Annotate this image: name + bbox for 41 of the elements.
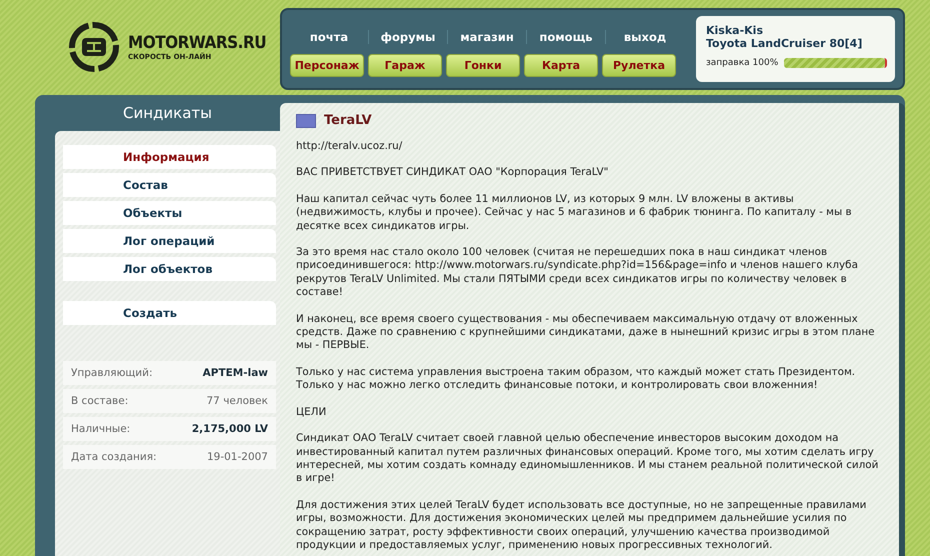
nav-link[interactable]: помощь [527, 30, 606, 44]
car-name: Toyota LandCruiser 80[4] [706, 37, 864, 50]
sidebar-item[interactable]: Лог объектов [63, 257, 276, 281]
nav-link[interactable]: форумы [369, 30, 448, 44]
create-button[interactable]: Создать [63, 301, 276, 325]
logo-wordmark: MOTORWARS.RU [128, 32, 266, 52]
description-paragraph: За это время нас стало около 100 человек (считая не перешедших пока в наш синдикат членов присоединившегося: http://www.motorwars.ru/syndicate.php?id=156&page=info и членов нашего клуба рекрутов TeraLV Unlimited. Мы стали ПЯТЫМИ среди всех синдикатов игры по количеству человек в составе! [296, 246, 859, 300]
description-paragraph: ВАС ПРИВЕТСТВУЕТ СИНДИКАТ ОАО "Корпорация TeraLV" [296, 166, 610, 180]
info-value: APTEM-law [202, 367, 268, 379]
description-paragraph: ЦЕЛИ [296, 406, 328, 420]
nav-link[interactable]: выход [606, 30, 684, 44]
description-paragraph: Синдикат ОАО TeraLV считает своей главной целью обеспечение инвесторов высоким доходом на инвестированный капитал путем различных финансовых операций. Кроме того, мы хотим сделать игру интересней, мы хотим создать комнаду единомышленников. И мы станем реальной политической силой в игре! [296, 432, 880, 486]
sidebar-item[interactable]: Объекты [63, 201, 276, 225]
sidebar-item[interactable]: Лог операций [63, 229, 276, 253]
description-paragraph: Для достижения этих целей TeraLV будет использовать все доступные, но не запрещенные правилами игры, возможности. Для достижения экономических целей мы предпримем дальнейшие усилия по сокращению затрат, росту эффективности своих операций, улучшению качества производимой продукции и предоставляемых услуг, применению новых прогрессивных технологий. [296, 498, 868, 552]
info-label: Дата создания: [71, 451, 157, 463]
player-name: Kiska-Kis [706, 24, 764, 37]
sidebar-item[interactable]: Информация [63, 145, 276, 169]
description-paragraph: http://teralv.ucoz.ru/ [296, 140, 404, 154]
nav-link[interactable]: магазин [448, 30, 527, 44]
game-nav-button[interactable]: Гонки [446, 54, 520, 77]
game-nav-button[interactable]: Карта [524, 54, 598, 77]
info-label: Наличные: [71, 423, 130, 435]
logo-icon [68, 20, 120, 72]
sidebar-item[interactable]: Состав [63, 173, 276, 197]
description-paragraph: Только у нас система управления выстроена таким образом, что каждый может стать Президентом. Только у нас можно легко отследить финансовые потоки, и контролировать свои вложенния! [296, 366, 856, 393]
game-nav-button[interactable]: Гараж [368, 54, 442, 77]
game-nav-button[interactable]: Рулетка [602, 54, 676, 77]
sidebar-title: Синдикаты [122, 103, 213, 124]
info-label: В составе: [71, 395, 128, 407]
info-value: 19-01-2007 [206, 451, 268, 463]
game-nav-button[interactable]: Персонаж [290, 54, 364, 77]
flag-icon [296, 114, 316, 128]
syndicate-title: TeraLV [324, 113, 372, 128]
info-value: 77 человек [206, 395, 268, 407]
fuel-label: заправка 100% [706, 58, 778, 68]
nav-link[interactable]: почта [290, 30, 369, 44]
info-label: Управляющий: [71, 367, 152, 379]
info-value: 2,175,000 LV [192, 423, 268, 435]
description-paragraph: Наш капитал сейчас чуть более 11 миллионов LV, из которых 9 млн. LV вложены в активы (недвижимость, клубы и прочее). Сейчас у нас 5 магазинов и 6 фабрик тюнинга. По капиталу - мы в десятке всех синдикатов игры. [296, 192, 853, 234]
description-paragraph: И наконец, все время своего существования - мы обеспечиваем максимальную отдачу от вложенных средств. Даже по сравнению с крупнейшими синдикатами, даже в нынешний кризис игры в этом плане мы - ПЕРВЫЕ. [296, 312, 876, 353]
